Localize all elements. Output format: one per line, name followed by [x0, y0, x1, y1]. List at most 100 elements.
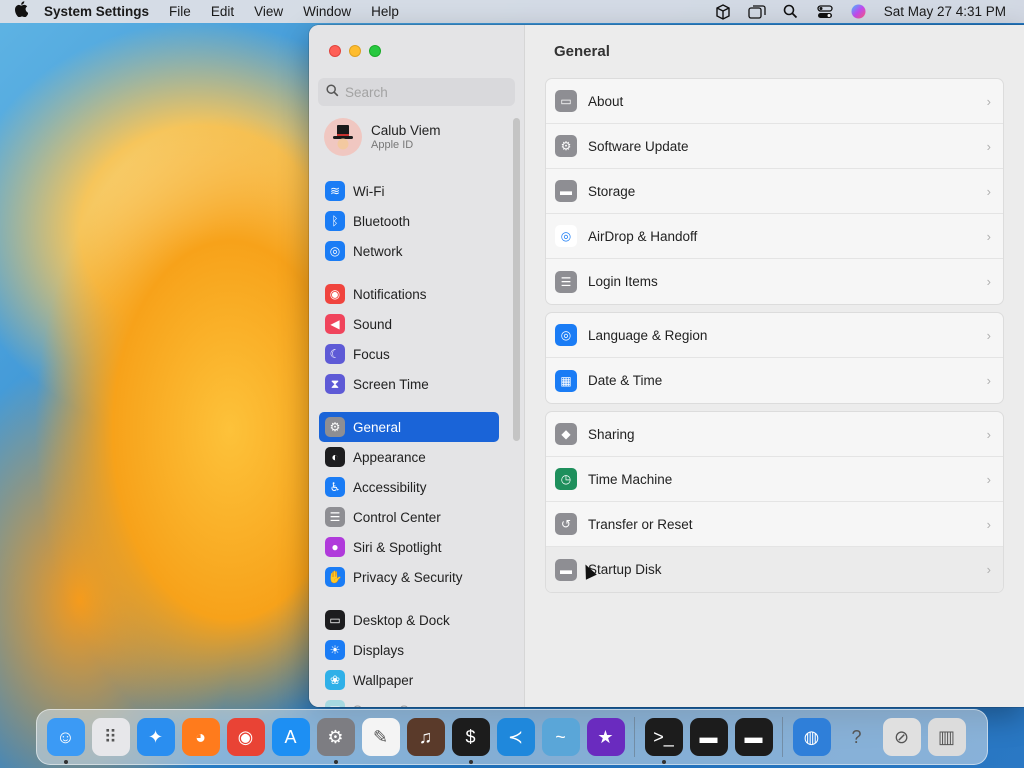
sidebar-item-general[interactable]: ⚙ General — [319, 412, 499, 442]
sidebar-item-label: Desktop & Dock — [353, 612, 450, 628]
dock-app-glyph: >_ — [653, 726, 674, 747]
settings-row-login-items[interactable]: ☰ Login Items › — [546, 259, 1003, 304]
sidebar-scrollbar[interactable] — [513, 118, 520, 441]
sidebar-item-wi-fi[interactable]: ≋ Wi-Fi — [319, 176, 499, 206]
control-center-icon[interactable] — [816, 4, 834, 20]
chevron-right-icon: › — [986, 426, 991, 442]
sidebar-item-bluetooth[interactable]: ᛒ Bluetooth — [319, 206, 499, 236]
help-menu[interactable]: Help — [361, 4, 409, 19]
chevron-right-icon: › — [986, 516, 991, 532]
running-indicator — [333, 760, 338, 764]
chevron-right-icon: › — [986, 562, 991, 577]
sidebar-item-notifications[interactable]: ◉ Notifications — [319, 279, 499, 309]
dock-exec-2-icon[interactable]: ▬ — [734, 718, 773, 756]
sidebar-item-sound[interactable]: ◀ Sound — [319, 309, 499, 339]
dock-textedit-icon[interactable]: ✎ — [361, 718, 400, 756]
dock-network-globe-icon[interactable]: ◍ — [792, 718, 831, 756]
dock-finder-icon[interactable]: ☺ — [46, 718, 85, 764]
settings-row-storage[interactable]: ▬ Storage › — [546, 169, 1003, 214]
dock-disk-utility-icon[interactable]: ⊘ — [882, 718, 921, 756]
chevron-right-icon: › — [986, 138, 991, 154]
system-settings-window: Calub Viem Apple ID ≋ Wi-Fi ᛒ Bluetooth ◎ Net… — [309, 25, 1024, 707]
settings-row-time-machine[interactable]: ◷ Time Machine › — [546, 457, 1003, 502]
general-pane: General ▭ About › ⚙ Software Update › ▬ Storage… — [525, 25, 1024, 707]
menu-bar: System Settings File Edit View Window He… — [0, 0, 1024, 23]
settings-group: ◎ Language & Region › ▦ Date & Time › — [545, 312, 1004, 404]
bell-icon: ◉ — [325, 284, 345, 304]
sidebar-item-accessibility[interactable]: ♿ Accessibility — [319, 472, 499, 502]
sidebar-item-control-center[interactable]: ☰ Control Center — [319, 502, 499, 532]
edit-menu[interactable]: Edit — [201, 4, 244, 19]
settings-row-sharing[interactable]: ◆ Sharing › — [546, 412, 1003, 457]
dock-help-icon[interactable]: ? — [838, 718, 876, 756]
settings-row-label: Language & Region — [588, 327, 708, 343]
minimize-button[interactable] — [349, 45, 361, 57]
package-icon[interactable] — [714, 3, 732, 20]
search-icon — [326, 84, 339, 100]
dock-app-glyph: ♫ — [418, 726, 433, 747]
dock-firefox-icon[interactable]: ◕ — [181, 718, 220, 756]
dock-system-settings-icon[interactable]: ⚙ — [316, 718, 355, 764]
spotlight-search-icon[interactable] — [782, 4, 800, 20]
sidebar-item-focus[interactable]: ☾ Focus — [319, 339, 499, 369]
apple-id-account[interactable]: Calub Viem Apple ID — [324, 118, 441, 156]
sidebar-item-screen-time[interactable]: ⧗ Screen Time — [319, 369, 499, 399]
dock-mysql-workbench-icon[interactable]: ~ — [541, 718, 580, 756]
settings-row-airdrop-handoff[interactable]: ◎ AirDrop & Handoff › — [546, 214, 1003, 259]
sidebar-item-wallpaper[interactable]: ❀ Wallpaper — [319, 665, 499, 695]
zoom-button[interactable] — [369, 45, 381, 57]
sidebar-item-siri-spotlight[interactable]: ● Siri & Spotlight — [319, 532, 499, 562]
sidebar-item-label: Appearance — [353, 449, 426, 465]
window-menu[interactable]: Window — [293, 4, 361, 19]
page-title: General — [554, 43, 610, 60]
settings-row-label: Login Items — [588, 274, 658, 289]
dock-app-glyph: ⊘ — [893, 726, 910, 747]
dock-app-store-icon[interactable]: A — [271, 718, 310, 756]
close-button[interactable] — [329, 45, 341, 57]
siri-icon[interactable] — [850, 4, 868, 20]
settings-row-about[interactable]: ▭ About › — [546, 79, 1003, 124]
window-switch-icon[interactable] — [748, 4, 766, 20]
settings-row-transfer-or-reset[interactable]: ↺ Transfer or Reset › — [546, 502, 1003, 547]
sidebar-item-appearance[interactable]: ◐ Appearance — [319, 442, 499, 472]
chevron-right-icon: › — [986, 93, 991, 109]
settings-row-label: About — [588, 93, 624, 109]
file-menu[interactable]: File — [159, 4, 201, 19]
sun-icon: ☀ — [325, 640, 345, 660]
dock-instruments-icon[interactable]: ♫ — [406, 718, 445, 756]
dock-exec-1-icon[interactable]: ▬ — [689, 718, 728, 756]
settings-row-language-region[interactable]: ◎ Language & Region › — [546, 313, 1003, 358]
dock-terminal-icon[interactable]: $ — [451, 718, 490, 764]
dock-app-glyph: $ — [465, 726, 476, 747]
dock-imovie-icon[interactable]: ★ — [586, 718, 625, 756]
settings-row-label: Date & Time — [588, 373, 663, 388]
settings-group: ▭ About › ⚙ Software Update › ▬ Storage › ◎ AirDro… — [545, 78, 1004, 305]
dock-app-glyph: A — [284, 726, 297, 747]
settings-row-software-update[interactable]: ⚙ Software Update › — [546, 124, 1003, 169]
wallpaper-icon: ❀ — [325, 670, 345, 690]
settings-row-label: Time Machine — [588, 471, 673, 487]
sidebar-item-privacy-security[interactable]: ✋ Privacy & Security — [319, 562, 499, 592]
dock-launchpad-icon[interactable]: ⠿ — [91, 718, 130, 756]
menu-bar-clock[interactable]: Sat May 27 4:31 PM — [884, 4, 1006, 19]
sidebar-item-network[interactable]: ◎ Network — [319, 236, 499, 266]
dock-vscode-icon[interactable]: ≺ — [496, 718, 535, 756]
sidebar-item-desktop-dock[interactable]: ▭ Desktop & Dock — [319, 605, 499, 635]
dock-terminal-2-icon[interactable]: >_ — [644, 718, 683, 764]
sidebar-item-displays[interactable]: ☀ Displays — [319, 635, 499, 665]
screen-saver-icon: ▣ — [325, 700, 345, 707]
view-menu[interactable]: View — [244, 4, 293, 19]
search-input[interactable] — [345, 84, 505, 100]
apple-menu-icon[interactable] — [0, 1, 42, 22]
sidebar-item-screen-saver[interactable]: ▣ Screen Saver — [319, 695, 499, 707]
app-name-menu[interactable]: System Settings — [42, 4, 159, 19]
dock-app-glyph: ◍ — [803, 726, 820, 747]
settings-row-label: Startup Disk — [588, 562, 662, 577]
settings-row-startup-disk[interactable]: ▬ Startup Disk › — [546, 547, 1003, 592]
dock-safari-icon[interactable]: ✦ — [136, 718, 175, 756]
search-field[interactable] — [318, 78, 515, 106]
dock-chrome-icon[interactable]: ◉ — [226, 718, 265, 756]
settings-row-date-time[interactable]: ▦ Date & Time › — [546, 358, 1003, 403]
bluetooth-icon: ᛒ — [325, 211, 345, 231]
dock-trash-icon[interactable]: ▥ — [927, 718, 966, 756]
